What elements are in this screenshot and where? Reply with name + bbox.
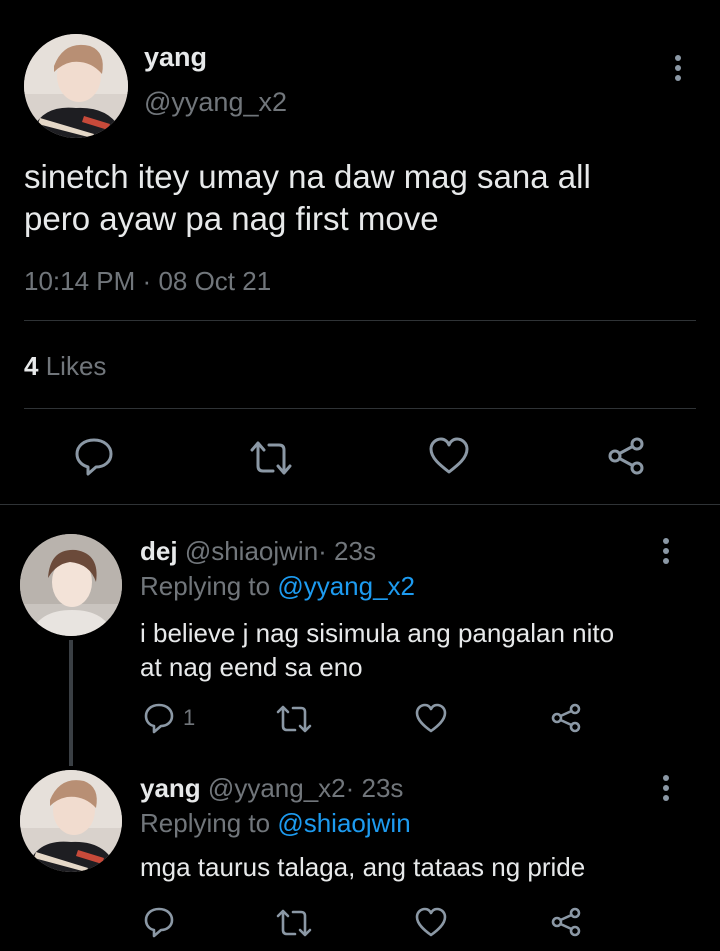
more-options-icon[interactable] [675,55,681,85]
replying-to: Replying to @yyang_x2 [140,571,415,602]
retweet-button[interactable] [275,703,313,735]
reply-count: 1 [183,705,196,730]
reply-button[interactable] [74,436,114,476]
share-icon [608,437,644,475]
divider [24,320,696,321]
tweet-text-line: pero ayaw pa nag first move [24,200,439,237]
share-icon [551,907,581,937]
reply-icon [75,438,113,476]
tweet-text: sinetch itey umay na daw mag sana all pe… [24,156,704,240]
share-icon [551,703,581,733]
retweet-button[interactable] [248,438,294,478]
like-icon [415,703,447,733]
handle[interactable]: @yyang_x2 [208,773,346,803]
share-button[interactable] [550,702,582,734]
timestamp[interactable]: 10:14 PM · 08 Oct 21 [24,266,271,297]
likes-count: 4 [24,351,39,381]
tweet-date: 08 Oct 21 [158,266,272,296]
like-icon [415,907,447,937]
mention-link[interactable]: @yyang_x2 [277,571,415,601]
like-icon [429,437,469,474]
likes-stat[interactable]: 4 Likes [24,351,106,382]
mention-link[interactable]: @shiaojwin [277,808,410,838]
handle[interactable]: @shiaojwin [185,536,318,566]
replying-to: Replying to @shiaojwin [140,808,411,839]
tweet-text-line: mga taurus talaga, ang tataas ng pride [140,852,586,882]
reply-icon [144,907,174,938]
tweet-text-line: sinetch itey umay na daw mag sana all [24,158,591,195]
more-options-icon[interactable] [663,538,669,568]
share-button[interactable] [606,436,646,476]
display-name[interactable]: yang [144,42,207,73]
avatar[interactable] [24,34,128,138]
date-separator: · [142,266,152,296]
reply-button[interactable] [143,906,175,938]
tweet-text-line: i believe j nag sisimula ang pangalan ni… [140,618,615,648]
more-options-icon[interactable] [663,775,669,805]
tweet-text: i believe j nag sisimula ang pangalan ni… [140,616,614,684]
retweet-icon [276,705,312,733]
tweet-text-line: at nag eend sa eno [140,652,363,682]
reply-header: yang @yyang_x2· 23s [140,773,403,804]
retweet-icon [250,441,292,475]
divider [24,408,696,409]
retweet-icon [276,909,312,937]
avatar[interactable] [20,770,122,872]
like-button[interactable] [414,906,448,938]
divider [0,504,720,505]
replying-prefix: Replying to [140,808,271,838]
avatar[interactable] [20,534,122,636]
retweet-button[interactable] [275,907,313,939]
display-name[interactable]: yang [140,773,201,803]
tweet-text: mga taurus talaga, ang tataas ng pride [140,850,585,884]
tweet-time: 10:14 PM [24,266,136,296]
reply-icon [144,703,174,734]
display-name[interactable]: dej [140,536,178,566]
replying-prefix: Replying to [140,571,271,601]
reply-header: dej @shiaojwin· 23s [140,536,376,567]
reply-button[interactable]: 1 [143,702,195,734]
handle[interactable]: @yyang_x2 [144,87,287,118]
likes-label: Likes [45,351,107,381]
reply-age[interactable]: · 23s [318,536,376,566]
thread-line [69,640,73,766]
share-button[interactable] [550,906,582,938]
like-button[interactable] [428,436,470,476]
reply-age[interactable]: · 23s [346,773,404,803]
like-button[interactable] [414,702,448,734]
